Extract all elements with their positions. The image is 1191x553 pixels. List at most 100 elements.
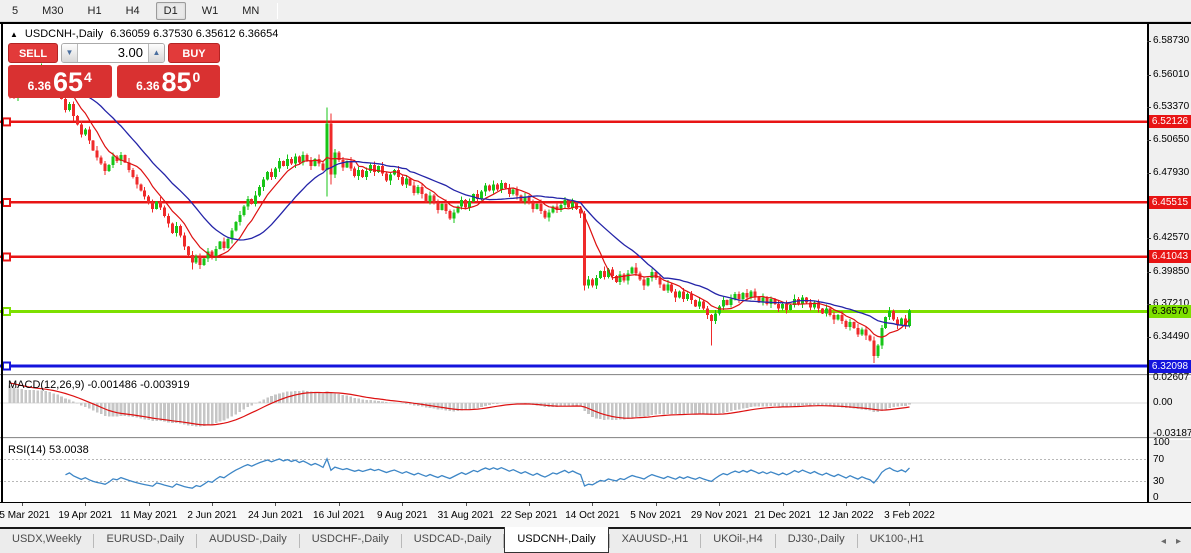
candle-body: [381, 166, 384, 173]
chart-tab-usdchf-[interactable]: USDCHF-,Daily: [300, 529, 401, 553]
volume-field[interactable]: 3.00: [78, 44, 148, 62]
candle-body: [599, 271, 602, 278]
candle-body: [421, 187, 424, 194]
price-level-handle[interactable]: [3, 253, 10, 260]
price-axis-label: 6.42570: [1153, 232, 1189, 243]
price-level-handle[interactable]: [3, 118, 10, 125]
timeframe-button-h4[interactable]: H4: [118, 2, 148, 20]
candle-body: [896, 320, 899, 325]
terminal-window: 5M30H1H4D1W1MN ▲ USDCNH-,Daily 6.36059 6…: [0, 0, 1191, 553]
timeframe-button-5[interactable]: 5: [4, 2, 26, 20]
price-level-handle[interactable]: [3, 308, 10, 315]
candle-body: [654, 272, 657, 278]
candle-body: [298, 156, 301, 162]
price-line-badge: 6.32098: [1149, 360, 1191, 373]
candle-body: [635, 267, 638, 273]
price-axis-tick: [1147, 41, 1151, 42]
candle-body: [270, 172, 273, 177]
chart-tab-uk100-[interactable]: UK100-,H1: [858, 529, 936, 553]
candle-body: [753, 292, 756, 297]
candle-body: [163, 208, 166, 217]
candle-body: [222, 242, 225, 248]
candle-body: [143, 190, 146, 196]
rsi-axis-label: 100: [1153, 437, 1170, 448]
price-level-handle[interactable]: [3, 363, 10, 370]
candle-body: [627, 273, 630, 280]
candle-body: [666, 284, 669, 290]
chart-tab-audusd-[interactable]: AUDUSD-,Daily: [197, 529, 299, 553]
toolbar-separator: [277, 3, 278, 19]
date-axis-tick: [846, 503, 847, 506]
chart-tab-dj30-[interactable]: DJ30-,Daily: [776, 529, 857, 553]
date-axis-label: 16 Jul 2021: [313, 510, 365, 521]
candle-body: [92, 141, 95, 151]
chart-tab-usdx[interactable]: USDX,Weekly: [0, 529, 93, 553]
date-axis-tick: [212, 503, 213, 506]
candle-body: [444, 204, 447, 211]
candle-body: [155, 201, 158, 208]
date-axis-label: 11 May 2021: [120, 510, 177, 521]
date-axis-label: 21 Dec 2021: [754, 510, 811, 521]
sell-quote-big: 65: [53, 68, 83, 97]
timeframe-button-mn[interactable]: MN: [234, 2, 267, 20]
candle-body: [781, 304, 784, 309]
chart-tab-usdcad-[interactable]: USDCAD-,Daily: [402, 529, 504, 553]
candle-body: [405, 178, 408, 184]
tab-scroll-left-icon[interactable]: ◂: [1161, 536, 1166, 547]
candle-body: [429, 195, 432, 201]
volume-decrease-icon[interactable]: ▼: [62, 44, 78, 62]
sell-button[interactable]: SELL: [8, 43, 58, 63]
timeframe-button-h1[interactable]: H1: [80, 2, 110, 20]
candle-body: [528, 197, 531, 203]
rsi-label: RSI(14) 53.0038: [8, 444, 89, 456]
price-axis-label: 6.34490: [1153, 331, 1189, 342]
candle-body: [849, 322, 852, 327]
candle-body: [282, 161, 285, 166]
sell-quote-block[interactable]: 6.36 65 4: [8, 65, 112, 98]
timeframe-button-w1[interactable]: W1: [194, 2, 227, 20]
buy-button[interactable]: BUY: [168, 43, 220, 63]
chart-tab-eurusd-[interactable]: EURUSD-,Daily: [94, 529, 196, 553]
candle-body: [413, 186, 416, 193]
candle-body: [682, 292, 685, 299]
price-axis-tick: [1147, 238, 1151, 239]
candle-body: [900, 318, 903, 324]
volume-increase-icon[interactable]: ▲: [148, 44, 164, 62]
candle-body: [167, 216, 170, 223]
candle-body: [353, 169, 356, 176]
candle-body: [603, 271, 606, 277]
candle-body: [203, 259, 206, 265]
price-level-handle[interactable]: [3, 199, 10, 206]
rsi-chart[interactable]: [0, 440, 1147, 502]
candle-body: [726, 300, 729, 305]
candle-body: [698, 301, 701, 306]
candle-body: [96, 150, 99, 157]
candle-body: [452, 212, 455, 218]
candle-body: [567, 200, 570, 207]
chart-tab-xauusd-[interactable]: XAUUSD-,H1: [610, 529, 701, 553]
candle-body: [646, 278, 649, 285]
buy-quote-sup: 0: [193, 69, 201, 85]
tab-scroll-arrows: ◂▸: [1161, 529, 1191, 553]
candle-body: [575, 203, 578, 209]
candle-body: [286, 159, 289, 166]
candle-body: [175, 226, 178, 233]
candle-body: [226, 239, 229, 248]
candle-body: [722, 300, 725, 306]
tab-scroll-right-icon[interactable]: ▸: [1176, 536, 1181, 547]
candle-body: [539, 204, 542, 211]
chart-tab-ukoil-[interactable]: UKOil-,H4: [701, 529, 775, 553]
buy-quote-block[interactable]: 6.36 85 0: [117, 65, 221, 98]
timeframe-button-d1[interactable]: D1: [156, 2, 186, 20]
candle-body: [868, 336, 871, 341]
candle-body: [76, 116, 79, 125]
candle-body: [104, 164, 107, 171]
collapse-arrow-icon[interactable]: ▲: [10, 30, 18, 39]
timeframe-button-m30[interactable]: M30: [34, 2, 71, 20]
chart-tab-usdcnh-[interactable]: USDCNH-,Daily: [504, 527, 608, 553]
candle-body: [492, 184, 495, 190]
date-axis-tick: [783, 503, 784, 506]
date-axis-tick: [402, 503, 403, 506]
candle-body: [714, 314, 717, 321]
rsi-pane[interactable]: [0, 440, 1147, 502]
